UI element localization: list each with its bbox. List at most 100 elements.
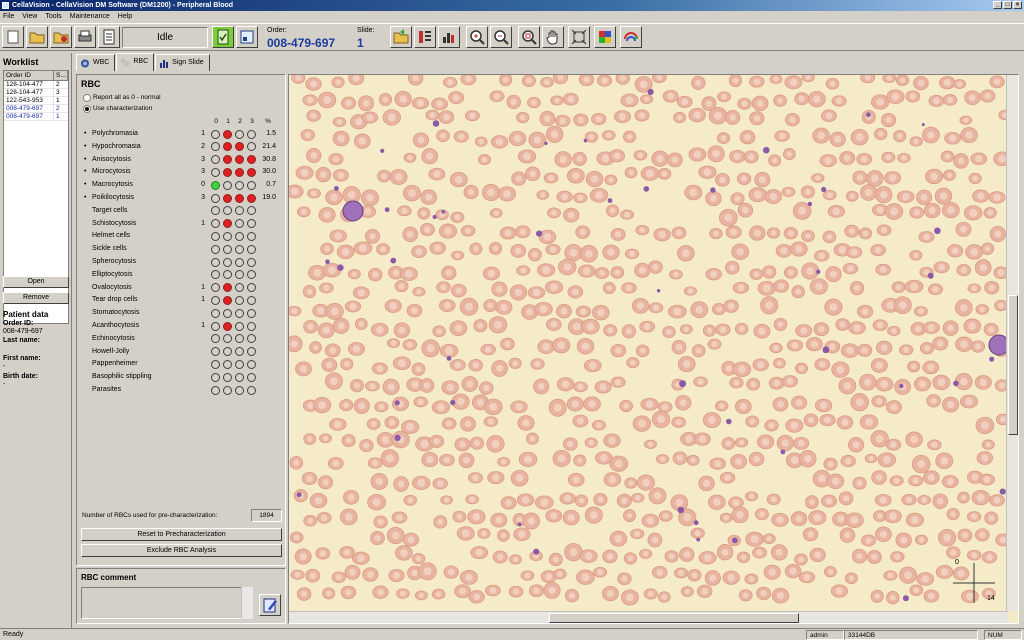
grade-0-radio[interactable] <box>211 231 220 241</box>
grade-2-radio[interactable] <box>235 359 244 369</box>
grade-2-radio[interactable] <box>235 155 244 165</box>
grade-3-radio[interactable] <box>247 270 256 280</box>
grade-1-radio[interactable] <box>223 180 232 190</box>
grade-0-radio[interactable] <box>211 295 220 305</box>
grade-0-radio[interactable] <box>211 129 220 139</box>
grade-0-radio[interactable] <box>211 372 220 382</box>
grade-2-radio[interactable] <box>235 321 244 331</box>
grade-1-radio[interactable] <box>223 219 232 229</box>
signed-slides-button[interactable] <box>212 26 234 48</box>
worklist-row[interactable]: 122-543-953 1 <box>4 97 68 105</box>
menu-view[interactable]: View <box>22 11 37 23</box>
grade-3-radio[interactable] <box>247 359 256 369</box>
grade-2-radio[interactable] <box>235 244 244 254</box>
grade-3-radio[interactable] <box>247 219 256 229</box>
col-order-id[interactable]: Order ID <box>4 71 54 80</box>
grade-3-radio[interactable] <box>247 347 256 357</box>
grade-1-radio[interactable] <box>223 308 232 318</box>
grade-0-radio[interactable] <box>211 308 220 318</box>
zoom-fit-button[interactable] <box>518 26 540 48</box>
grade-2-radio[interactable] <box>235 334 244 344</box>
grade-3-radio[interactable] <box>247 231 256 241</box>
worklist-row[interactable]: 008-479-697 2 <box>4 105 68 113</box>
grade-0-radio[interactable] <box>211 167 220 177</box>
grade-0-radio[interactable] <box>211 283 220 293</box>
worklist-row[interactable]: 008-479-697 1 <box>4 113 68 121</box>
grade-1-radio[interactable] <box>223 155 232 165</box>
new-button[interactable] <box>2 26 24 48</box>
grade-0-radio[interactable] <box>211 385 220 395</box>
grade-0-radio[interactable] <box>211 206 220 216</box>
grade-2-radio[interactable] <box>235 193 244 203</box>
statistics-button[interactable] <box>438 26 460 48</box>
zoom-out-button[interactable] <box>490 26 512 48</box>
grade-0-radio[interactable] <box>211 257 220 267</box>
grade-1-radio[interactable] <box>223 206 232 216</box>
worklist-row[interactable]: 128-104-477 2 <box>4 81 68 89</box>
grade-0-radio[interactable] <box>211 321 220 331</box>
horizontal-scroll-thumb[interactable] <box>549 613 799 623</box>
remove-button[interactable]: Remove <box>3 292 69 304</box>
grade-0-radio[interactable] <box>211 219 220 229</box>
grade-1-radio[interactable] <box>223 334 232 344</box>
grade-3-radio[interactable] <box>247 308 256 318</box>
pan-button[interactable] <box>542 26 564 48</box>
grade-0-radio[interactable] <box>211 193 220 203</box>
color-adjust-button[interactable] <box>594 26 616 48</box>
slide-view-button[interactable] <box>236 26 258 48</box>
grade-2-radio[interactable] <box>235 372 244 382</box>
menu-help[interactable]: Help <box>118 11 132 23</box>
minimize-button[interactable]: _ <box>993 1 1002 9</box>
grade-0-radio[interactable] <box>211 155 220 165</box>
grade-0-radio[interactable] <box>211 270 220 280</box>
grade-2-radio[interactable] <box>235 167 244 177</box>
grade-2-radio[interactable] <box>235 180 244 190</box>
grade-1-radio[interactable] <box>223 270 232 280</box>
grade-2-radio[interactable] <box>235 283 244 293</box>
grade-0-radio[interactable] <box>211 180 220 190</box>
report-button[interactable] <box>98 26 120 48</box>
smear-image-viewer[interactable]: 0 14 <box>288 74 1019 624</box>
classify-button[interactable] <box>414 26 436 48</box>
grade-3-radio[interactable] <box>247 295 256 305</box>
grade-0-radio[interactable] <box>211 142 220 152</box>
grade-1-radio[interactable] <box>223 231 232 241</box>
grade-1-radio[interactable] <box>223 347 232 357</box>
menu-file[interactable]: File <box>3 11 14 23</box>
tab-rbc[interactable]: RBC <box>116 53 155 71</box>
grade-1-radio[interactable] <box>223 244 232 254</box>
open-order-button[interactable] <box>390 26 412 48</box>
edit-comment-button[interactable] <box>259 594 281 616</box>
grade-1-radio[interactable] <box>223 321 232 331</box>
rbc-comment-input[interactable] <box>81 587 253 619</box>
grade-1-radio[interactable] <box>223 283 232 293</box>
grade-2-radio[interactable] <box>235 347 244 357</box>
grade-2-radio[interactable] <box>235 129 244 139</box>
grade-3-radio[interactable] <box>247 385 256 395</box>
grade-3-radio[interactable] <box>247 283 256 293</box>
grade-3-radio[interactable] <box>247 334 256 344</box>
grade-2-radio[interactable] <box>235 385 244 395</box>
grade-2-radio[interactable] <box>235 142 244 152</box>
zoom-in-button[interactable] <box>466 26 488 48</box>
open-folder-button[interactable] <box>26 26 48 48</box>
grade-1-radio[interactable] <box>223 359 232 369</box>
grade-2-radio[interactable] <box>235 257 244 267</box>
grade-2-radio[interactable] <box>235 295 244 305</box>
grade-2-radio[interactable] <box>235 270 244 280</box>
open-button[interactable]: Open <box>3 276 69 288</box>
menu-tools[interactable]: Tools <box>45 11 61 23</box>
rbc-comment-scrollbar[interactable] <box>241 587 253 619</box>
grade-0-radio[interactable] <box>211 334 220 344</box>
grade-2-radio[interactable] <box>235 206 244 216</box>
horizontal-scrollbar[interactable] <box>289 611 1008 623</box>
close-button[interactable]: × <box>1013 1 1022 9</box>
grade-2-radio[interactable] <box>235 308 244 318</box>
tab-sign-slide[interactable]: Sign Slide <box>155 54 210 71</box>
col-slide[interactable]: S... <box>54 71 68 80</box>
grade-3-radio[interactable] <box>247 206 256 216</box>
grade-1-radio[interactable] <box>223 257 232 267</box>
reset-precharacterization-button[interactable]: Reset to Precharacterization <box>81 528 282 541</box>
grade-3-radio[interactable] <box>247 244 256 254</box>
worklist-row[interactable]: 128-104-477 3 <box>4 89 68 97</box>
